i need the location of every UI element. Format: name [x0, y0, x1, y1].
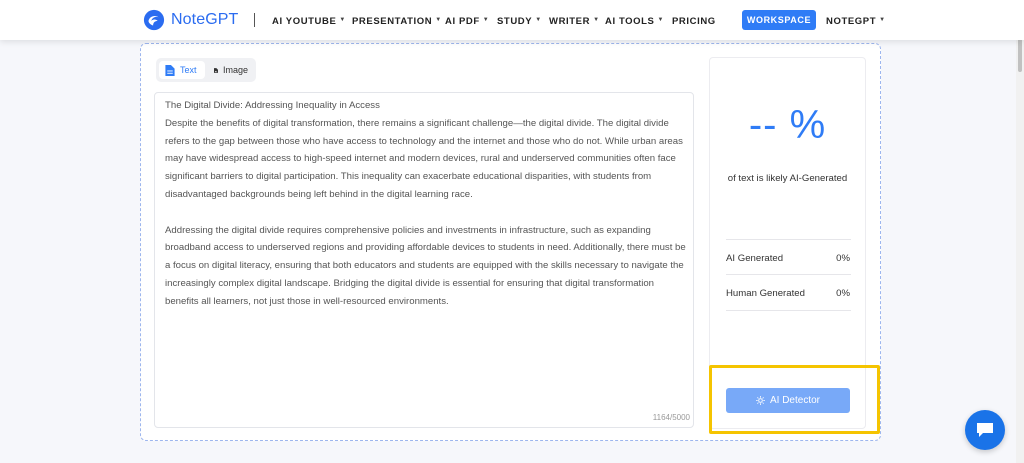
result-caption: of text is likely AI-Generated — [727, 173, 848, 184]
notegpt-logo-icon — [143, 9, 165, 31]
divider — [726, 310, 851, 311]
chevron-down-icon: ▼ — [535, 17, 542, 23]
tab-text[interactable]: Text — [159, 61, 205, 79]
nav-item-study[interactable]: STUDY ▼ — [497, 14, 542, 28]
character-count: 1164/5000 — [652, 413, 690, 422]
nav-item-account[interactable]: NOTEGPT ▼ — [826, 14, 886, 28]
text-paragraph-1: Despite the benefits of digital transfor… — [165, 117, 683, 200]
chevron-down-icon: ▼ — [339, 17, 346, 23]
sparkle-icon — [755, 396, 765, 405]
text-paragraph-2: Addressing the digital divide requires c… — [165, 224, 686, 307]
nav-item-ai-youtube[interactable]: AI YOUTUBE ▼ — [272, 14, 346, 28]
document-icon — [165, 64, 175, 76]
chat-support-button[interactable] — [965, 410, 1005, 450]
divider — [726, 239, 851, 240]
nav-item-writer[interactable]: WRITER ▼ — [549, 14, 600, 28]
chevron-down-icon: ▼ — [879, 17, 886, 23]
text-title: The Digital Divide: Addressing Inequalit… — [165, 100, 380, 111]
nav-item-presentation[interactable]: PRESENTATION ▼ — [352, 14, 442, 28]
chevron-down-icon: ▼ — [657, 17, 665, 23]
chevron-down-icon: ▼ — [593, 17, 600, 23]
nav-item-ai-pdf[interactable]: AI PDF ▼ — [445, 14, 489, 28]
nav-item-ai-tools[interactable]: AI TOOLS ▼ — [605, 14, 664, 28]
ai-generated-value: 0% — [836, 253, 850, 264]
brand-name: NoteGPT — [171, 11, 239, 28]
ai-detector-button-label: AI Detector — [769, 395, 821, 406]
chevron-down-icon: ▼ — [435, 17, 442, 23]
top-navigation-bar: NoteGPT AI YOUTUBE ▼ PRESENTATION ▼ AI PDF… — [0, 0, 1024, 40]
divider — [726, 274, 851, 275]
tab-image[interactable]: Image — [208, 61, 254, 79]
input-text-content[interactable]: The Digital Divide: Addressing Inequalit… — [165, 97, 687, 311]
nav-item-label: PRESENTATION — [352, 15, 433, 27]
input-mode-tabs: Text Image — [156, 58, 256, 82]
nav-item-label: STUDY — [497, 15, 533, 27]
nav-item-label: AI TOOLS — [605, 15, 655, 27]
notegpt-logo[interactable]: NoteGPT — [143, 9, 238, 31]
image-file-icon — [214, 67, 218, 73]
nav-item-label: AI YOUTUBE — [272, 15, 337, 27]
ai-detector-button[interactable]: AI Detector — [726, 388, 850, 413]
workspace-button[interactable]: WORKSPACE — [742, 10, 816, 30]
human-generated-label: Human Generated — [726, 288, 805, 299]
chat-bubble-icon — [977, 423, 993, 437]
ai-generated-label: AI Generated — [726, 253, 784, 264]
nav-item-pricing[interactable]: PRICING — [672, 14, 716, 28]
nav-divider — [254, 13, 255, 27]
nav-item-label: PRICING — [672, 15, 716, 27]
nav-item-label: WRITER — [549, 15, 591, 27]
chevron-down-icon: ▼ — [482, 17, 490, 23]
tab-label: Text — [180, 65, 197, 75]
human-generated-value: 0% — [836, 288, 850, 299]
ai-percentage: -- % — [748, 103, 827, 147]
tab-label: Image — [222, 65, 248, 75]
nav-item-label: AI PDF — [445, 15, 480, 27]
nav-item-label: NOTEGPT — [826, 15, 877, 27]
